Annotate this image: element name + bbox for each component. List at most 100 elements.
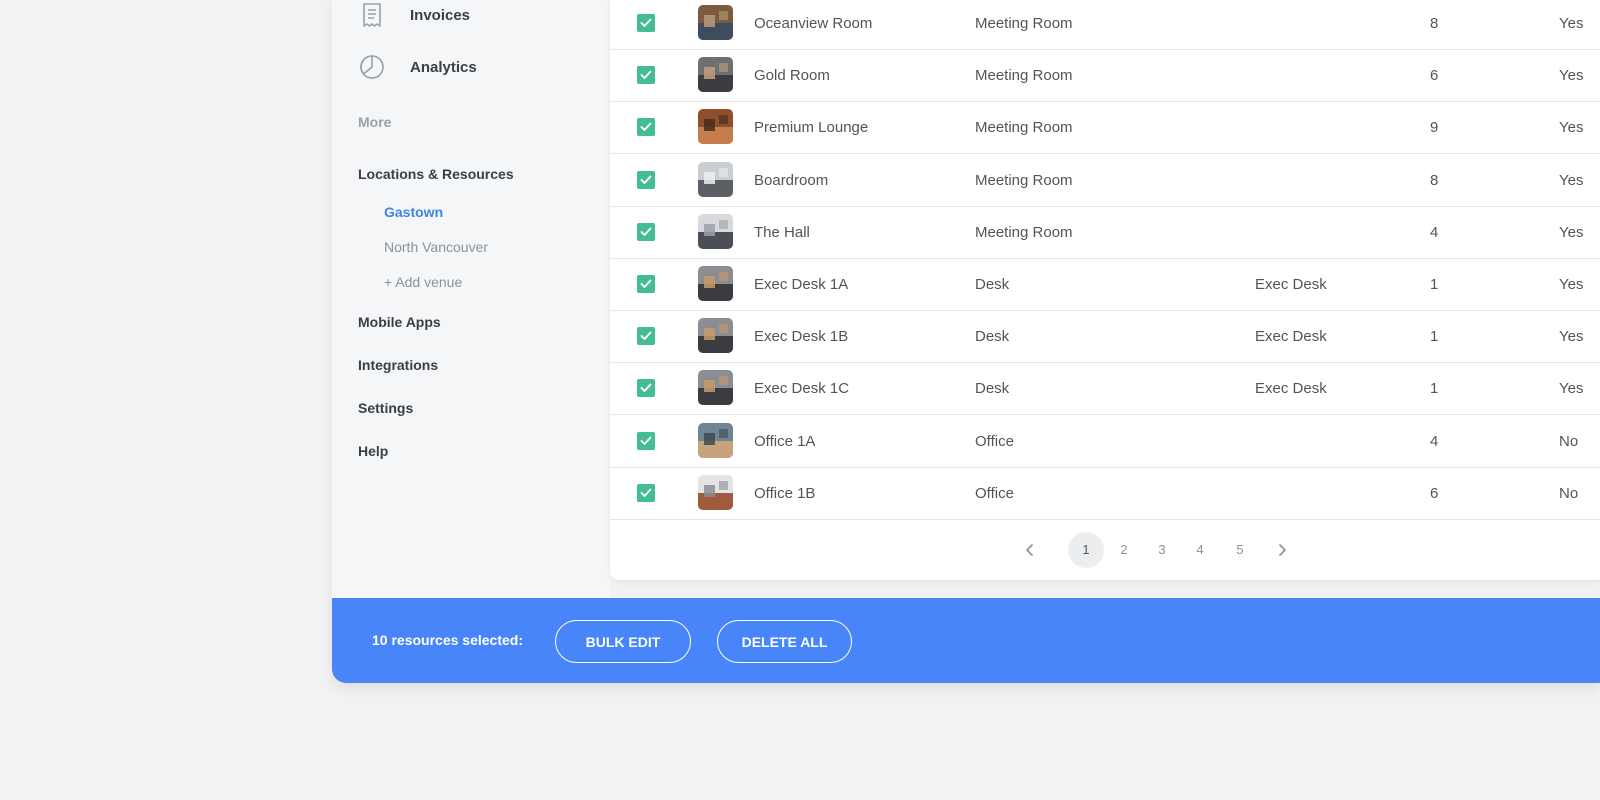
page-button-1[interactable]: 1 (1068, 532, 1104, 568)
page-button-2[interactable]: 2 (1106, 532, 1142, 568)
table-row[interactable]: Premium Lounge Meeting Room 9 Yes (610, 102, 1600, 155)
prev-page-button[interactable] (1020, 540, 1040, 560)
checkmark-icon (640, 488, 652, 498)
resource-active: Yes (1559, 328, 1584, 346)
resource-thumbnail (698, 109, 733, 145)
resource-name[interactable]: Office 1B (754, 468, 815, 519)
delete-all-button[interactable]: DELETE ALL (717, 620, 852, 663)
row-checkbox[interactable] (637, 66, 655, 85)
resource-active: No (1559, 432, 1579, 450)
row-checkbox[interactable] (637, 222, 655, 241)
sidebar-item-locations-resources[interactable]: Locations & Resources (358, 166, 514, 182)
resource-active: No (1559, 484, 1579, 502)
table-row[interactable]: Exec Desk 1C Desk Exec Desk 1 Yes (610, 363, 1600, 416)
resource-active: Yes (1559, 276, 1584, 293)
resource-thumbnail (698, 161, 733, 197)
table-row[interactable]: Office 1A Office 4 No (610, 416, 1600, 468)
resource-type: Meeting Room (975, 119, 1073, 137)
table-row[interactable]: The Hall Meeting Room 4 Yes (610, 207, 1600, 259)
selection-count: 10 resources selected: (372, 632, 523, 648)
resource-category: Exec Desk (1255, 276, 1327, 293)
resource-name[interactable]: The Hall (754, 207, 810, 258)
resource-capacity: 6 (1430, 67, 1439, 85)
checkmark-icon (640, 436, 652, 446)
table-row[interactable]: Exec Desk 1A Desk Exec Desk 1 Yes (610, 259, 1600, 311)
resource-thumbnail (698, 57, 733, 93)
table-row[interactable]: Gold Room Meeting Room 6 Yes (610, 50, 1600, 103)
row-checkbox[interactable] (637, 118, 655, 137)
resource-thumbnail (698, 370, 733, 406)
row-checkbox[interactable] (637, 170, 655, 189)
row-checkbox[interactable] (637, 483, 655, 502)
resource-type: Desk (975, 380, 1010, 398)
bulk-action-bar: 10 resources selected: BULK EDIT DELETE … (332, 598, 1600, 683)
sidebar-item-integrations[interactable]: Integrations (358, 357, 438, 373)
checkmark-icon (640, 331, 652, 341)
resource-thumbnail (698, 5, 733, 40)
page-button-3[interactable]: 3 (1144, 532, 1180, 568)
row-checkbox[interactable] (637, 327, 655, 346)
resource-capacity: 8 (1430, 15, 1439, 32)
page-button-4[interactable]: 4 (1182, 532, 1218, 568)
resource-type: Meeting Room (975, 171, 1073, 189)
receipt-icon (358, 1, 386, 29)
next-page-button[interactable] (1272, 540, 1292, 560)
table-row[interactable]: Exec Desk 1B Desk Exec Desk 1 Yes (610, 311, 1600, 364)
resource-type: Meeting Room (975, 223, 1073, 241)
row-checkbox[interactable] (637, 275, 655, 293)
resource-type: Desk (975, 328, 1010, 346)
sidebar-subitem-north-vancouver[interactable]: North Vancouver (384, 239, 488, 255)
resource-name[interactable]: Exec Desk 1C (754, 363, 849, 414)
page-button-5[interactable]: 5 (1222, 532, 1258, 568)
resource-type: Desk (975, 276, 1010, 293)
table-row[interactable]: Oceanview Room Meeting Room 8 Yes (610, 0, 1600, 50)
sidebar: Invoices Analytics More Locations & Reso… (332, 0, 610, 598)
resource-capacity: 4 (1430, 432, 1439, 450)
resource-name[interactable]: Oceanview Room (754, 0, 872, 49)
resource-name[interactable]: Premium Lounge (754, 102, 868, 153)
resource-type: Office (975, 432, 1014, 450)
resource-active: Yes (1559, 119, 1584, 137)
resource-thumbnail (698, 266, 733, 301)
resource-capacity: 6 (1430, 484, 1439, 502)
sidebar-item-help[interactable]: Help (358, 443, 388, 459)
resource-capacity: 1 (1430, 328, 1439, 346)
resource-capacity: 8 (1430, 171, 1439, 189)
resource-name[interactable]: Boardroom (754, 155, 828, 206)
resource-type: Meeting Room (975, 15, 1073, 32)
sidebar-subitem-gastown[interactable]: Gastown (384, 204, 443, 220)
nav-item-label: Invoices (410, 6, 471, 24)
resource-active: Yes (1559, 223, 1584, 241)
resource-name[interactable]: Exec Desk 1B (754, 311, 848, 362)
checkmark-icon (640, 70, 652, 80)
table-row[interactable]: Office 1B Office 6 No (610, 468, 1600, 520)
resource-category: Exec Desk (1255, 380, 1327, 398)
resource-type: Office (975, 484, 1014, 502)
checkmark-icon (640, 122, 652, 132)
nav-item-analytics[interactable]: Analytics (358, 52, 477, 82)
nav-item-label: Analytics (410, 58, 477, 76)
pie-chart-icon (358, 53, 386, 81)
resource-thumbnail (698, 474, 733, 510)
add-venue-link[interactable]: + Add venue (384, 274, 462, 290)
row-checkbox[interactable] (637, 431, 655, 450)
resource-active: Yes (1559, 15, 1584, 32)
resource-capacity: 1 (1430, 276, 1439, 293)
resource-name[interactable]: Exec Desk 1A (754, 259, 848, 310)
resource-capacity: 4 (1430, 223, 1439, 241)
bulk-edit-button[interactable]: BULK EDIT (555, 620, 691, 663)
resource-thumbnail (698, 213, 733, 249)
table-row[interactable]: Boardroom Meeting Room 8 Yes (610, 155, 1600, 207)
sidebar-item-settings[interactable]: Settings (358, 400, 413, 416)
pagination: 1 2 3 4 5 (610, 532, 1600, 568)
section-label-more: More (358, 114, 392, 130)
resource-name[interactable]: Office 1A (754, 416, 815, 467)
chevron-left-icon (1025, 543, 1035, 557)
row-checkbox[interactable] (637, 379, 655, 398)
resource-name[interactable]: Gold Room (754, 50, 830, 101)
chevron-right-icon (1277, 543, 1287, 557)
sidebar-item-mobile-apps[interactable]: Mobile Apps (358, 314, 441, 330)
row-checkbox[interactable] (637, 14, 655, 32)
nav-item-invoices[interactable]: Invoices (358, 0, 470, 30)
resource-type: Meeting Room (975, 67, 1073, 85)
